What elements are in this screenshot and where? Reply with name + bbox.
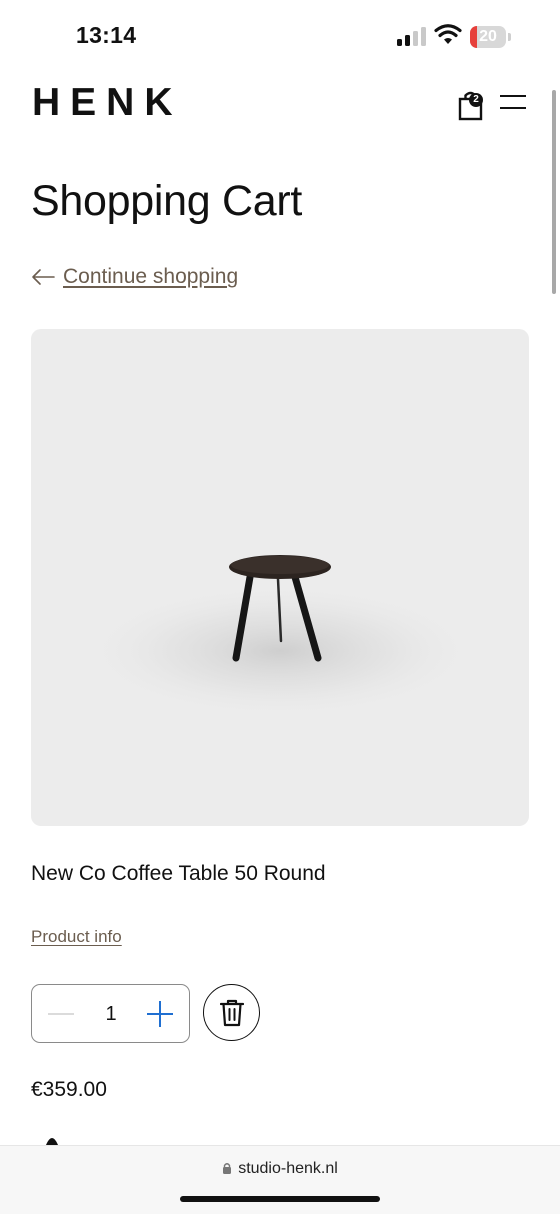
quantity-value[interactable]: 1 xyxy=(96,1001,126,1027)
cart-button[interactable]: 2 xyxy=(457,89,487,123)
home-indicator xyxy=(180,1196,380,1202)
minus-icon[interactable] xyxy=(46,1003,76,1025)
signal-icon xyxy=(397,27,426,46)
site-header: HENK 2 xyxy=(0,70,560,140)
status-bar: 13:14 20 xyxy=(0,0,560,70)
trash-icon xyxy=(220,999,244,1027)
quantity-stepper: 1 xyxy=(31,984,190,1043)
battery-level: 20 xyxy=(479,28,497,45)
coffee-table-image xyxy=(80,555,480,719)
product-image[interactable] xyxy=(31,329,529,826)
lock-icon xyxy=(223,1163,232,1174)
browser-address-bar[interactable]: studio-henk.nl xyxy=(0,1145,560,1214)
menu-icon xyxy=(500,95,526,97)
menu-button[interactable] xyxy=(500,94,526,110)
url-text: studio-henk.nl xyxy=(238,1160,338,1177)
page-title: Shopping Cart xyxy=(31,177,303,225)
henk-logo[interactable]: HENK xyxy=(32,83,183,123)
product-name: New Co Coffee Table 50 Round xyxy=(31,862,326,885)
battery-icon: 20 xyxy=(470,26,512,48)
plus-icon[interactable] xyxy=(145,999,175,1029)
status-time: 13:14 xyxy=(76,22,137,48)
item-price: €359.00 xyxy=(31,1078,107,1101)
wifi-icon xyxy=(434,24,462,44)
remove-item-button[interactable] xyxy=(203,984,260,1041)
page-scrollbar[interactable] xyxy=(552,90,556,294)
arrow-left-icon xyxy=(32,269,55,285)
continue-shopping-label: Continue shopping xyxy=(63,265,239,288)
partial-icon xyxy=(46,1138,58,1145)
product-info-link[interactable]: Product info xyxy=(31,925,122,949)
cart-count-badge: 2 xyxy=(469,93,483,107)
continue-shopping-link[interactable]: Continue shopping xyxy=(31,262,238,292)
